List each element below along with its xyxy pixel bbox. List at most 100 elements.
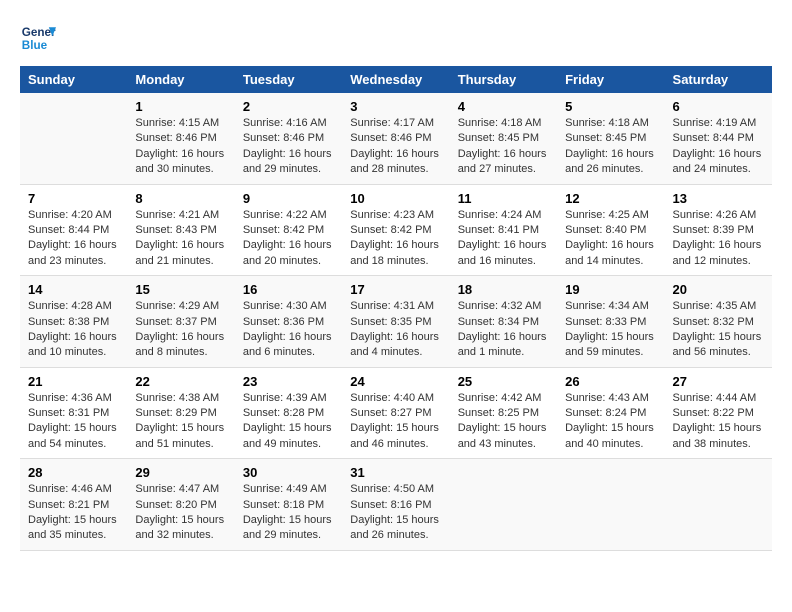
day-number: 6	[673, 99, 764, 114]
day-number: 10	[350, 191, 441, 206]
logo: General Blue	[20, 20, 56, 56]
day-info: Sunrise: 4:50 AM Sunset: 8:16 PM Dayligh…	[350, 482, 441, 544]
header-day-sunday: Sunday	[20, 66, 127, 93]
header-day-wednesday: Wednesday	[342, 66, 449, 93]
calendar-cell: 12Sunrise: 4:25 AM Sunset: 8:40 PM Dayli…	[557, 184, 664, 276]
calendar-cell	[450, 459, 557, 551]
calendar-cell	[665, 459, 772, 551]
day-info: Sunrise: 4:42 AM Sunset: 8:25 PM Dayligh…	[458, 391, 549, 453]
day-number: 22	[135, 374, 226, 389]
calendar-cell: 15Sunrise: 4:29 AM Sunset: 8:37 PM Dayli…	[127, 276, 234, 368]
calendar-cell	[20, 93, 127, 184]
calendar-cell: 4Sunrise: 4:18 AM Sunset: 8:45 PM Daylig…	[450, 93, 557, 184]
day-info: Sunrise: 4:22 AM Sunset: 8:42 PM Dayligh…	[243, 208, 334, 270]
day-info: Sunrise: 4:23 AM Sunset: 8:42 PM Dayligh…	[350, 208, 441, 270]
week-row-4: 21 Sunrise: 4:36 AM Sunset: 8:31 PM Dayli…	[20, 367, 772, 459]
calendar-cell: 22Sunrise: 4:38 AM Sunset: 8:29 PM Dayli…	[127, 367, 234, 459]
header-day-friday: Friday	[557, 66, 664, 93]
calendar-cell: 26Sunrise: 4:43 AM Sunset: 8:24 PM Dayli…	[557, 367, 664, 459]
day-info: Sunrise: 4:39 AM Sunset: 8:28 PM Dayligh…	[243, 391, 334, 453]
day-number: 3	[350, 99, 441, 114]
day-number: 18	[458, 282, 549, 297]
day-number: 31	[350, 465, 441, 480]
day-number: 27	[673, 374, 764, 389]
day-number: 14	[28, 282, 119, 297]
calendar-cell: 2 Sunrise: 4:16 AM Sunset: 8:46 PM Daylig…	[235, 93, 342, 184]
day-number: 28	[28, 465, 119, 480]
calendar-cell: 27Sunrise: 4:44 AM Sunset: 8:22 PM Dayli…	[665, 367, 772, 459]
calendar-cell: 19Sunrise: 4:34 AM Sunset: 8:33 PM Dayli…	[557, 276, 664, 368]
day-info: Sunrise: 4:21 AM Sunset: 8:43 PM Dayligh…	[135, 208, 226, 270]
day-number: 5	[565, 99, 656, 114]
calendar-cell: 14 Sunrise: 4:28 AM Sunset: 8:38 PM Dayli…	[20, 276, 127, 368]
day-info: Sunrise: 4:18 AM Sunset: 8:45 PM Dayligh…	[565, 116, 656, 178]
svg-text:Blue: Blue	[22, 39, 48, 52]
week-row-3: 14 Sunrise: 4:28 AM Sunset: 8:38 PM Dayli…	[20, 276, 772, 368]
day-info: Sunrise: 4:28 AM Sunset: 8:38 PM Dayligh…	[28, 299, 119, 361]
day-info: Sunrise: 4:35 AM Sunset: 8:32 PM Dayligh…	[673, 299, 764, 361]
calendar-cell: 18 Sunrise: 4:32 AM Sunset: 8:34 PM Dayli…	[450, 276, 557, 368]
header-day-thursday: Thursday	[450, 66, 557, 93]
day-info: Sunrise: 4:49 AM Sunset: 8:18 PM Dayligh…	[243, 482, 334, 544]
day-info: Sunrise: 4:46 AM Sunset: 8:21 PM Dayligh…	[28, 482, 119, 544]
calendar-cell: 11 Sunrise: 4:24 AM Sunset: 8:41 PM Dayli…	[450, 184, 557, 276]
day-number: 21	[28, 374, 119, 389]
calendar-cell: 7 Sunrise: 4:20 AM Sunset: 8:44 PM Daylig…	[20, 184, 127, 276]
calendar-table: SundayMondayTuesdayWednesdayThursdayFrid…	[20, 66, 772, 551]
day-info: Sunrise: 4:20 AM Sunset: 8:44 PM Dayligh…	[28, 208, 119, 270]
calendar-cell: 28 Sunrise: 4:46 AM Sunset: 8:21 PM Dayli…	[20, 459, 127, 551]
calendar-cell: 30 Sunrise: 4:49 AM Sunset: 8:18 PM Dayli…	[235, 459, 342, 551]
week-row-2: 7 Sunrise: 4:20 AM Sunset: 8:44 PM Daylig…	[20, 184, 772, 276]
day-info: Sunrise: 4:19 AM Sunset: 8:44 PM Dayligh…	[673, 116, 764, 178]
day-number: 24	[350, 374, 441, 389]
header-row: SundayMondayTuesdayWednesdayThursdayFrid…	[20, 66, 772, 93]
page-header: General Blue	[20, 20, 772, 56]
day-info: Sunrise: 4:16 AM Sunset: 8:46 PM Dayligh…	[243, 116, 334, 178]
day-info: Sunrise: 4:36 AM Sunset: 8:31 PM Dayligh…	[28, 391, 119, 453]
day-info: Sunrise: 4:34 AM Sunset: 8:33 PM Dayligh…	[565, 299, 656, 361]
day-number: 8	[135, 191, 226, 206]
day-number: 9	[243, 191, 334, 206]
calendar-cell: 23Sunrise: 4:39 AM Sunset: 8:28 PM Dayli…	[235, 367, 342, 459]
calendar-cell: 1Sunrise: 4:15 AM Sunset: 8:46 PM Daylig…	[127, 93, 234, 184]
day-info: Sunrise: 4:25 AM Sunset: 8:40 PM Dayligh…	[565, 208, 656, 270]
calendar-cell: 31 Sunrise: 4:50 AM Sunset: 8:16 PM Dayli…	[342, 459, 449, 551]
day-number: 2	[243, 99, 334, 114]
calendar-cell: 6 Sunrise: 4:19 AM Sunset: 8:44 PM Daylig…	[665, 93, 772, 184]
header-day-saturday: Saturday	[665, 66, 772, 93]
day-number: 4	[458, 99, 549, 114]
week-row-1: 1Sunrise: 4:15 AM Sunset: 8:46 PM Daylig…	[20, 93, 772, 184]
day-info: Sunrise: 4:17 AM Sunset: 8:46 PM Dayligh…	[350, 116, 441, 178]
day-info: Sunrise: 4:15 AM Sunset: 8:46 PM Dayligh…	[135, 116, 226, 178]
calendar-cell: 24 Sunrise: 4:40 AM Sunset: 8:27 PM Dayli…	[342, 367, 449, 459]
day-info: Sunrise: 4:47 AM Sunset: 8:20 PM Dayligh…	[135, 482, 226, 544]
day-number: 25	[458, 374, 549, 389]
day-number: 30	[243, 465, 334, 480]
day-number: 20	[673, 282, 764, 297]
day-info: Sunrise: 4:29 AM Sunset: 8:37 PM Dayligh…	[135, 299, 226, 361]
calendar-cell: 17Sunrise: 4:31 AM Sunset: 8:35 PM Dayli…	[342, 276, 449, 368]
day-number: 26	[565, 374, 656, 389]
day-info: Sunrise: 4:40 AM Sunset: 8:27 PM Dayligh…	[350, 391, 441, 453]
day-info: Sunrise: 4:24 AM Sunset: 8:41 PM Dayligh…	[458, 208, 549, 270]
day-number: 16	[243, 282, 334, 297]
week-row-5: 28 Sunrise: 4:46 AM Sunset: 8:21 PM Dayli…	[20, 459, 772, 551]
calendar-cell: 29 Sunrise: 4:47 AM Sunset: 8:20 PM Dayli…	[127, 459, 234, 551]
day-number: 29	[135, 465, 226, 480]
calendar-cell: 5 Sunrise: 4:18 AM Sunset: 8:45 PM Daylig…	[557, 93, 664, 184]
day-info: Sunrise: 4:32 AM Sunset: 8:34 PM Dayligh…	[458, 299, 549, 361]
calendar-cell: 20 Sunrise: 4:35 AM Sunset: 8:32 PM Dayli…	[665, 276, 772, 368]
day-info: Sunrise: 4:30 AM Sunset: 8:36 PM Dayligh…	[243, 299, 334, 361]
header-day-tuesday: Tuesday	[235, 66, 342, 93]
calendar-cell: 3 Sunrise: 4:17 AM Sunset: 8:46 PM Daylig…	[342, 93, 449, 184]
calendar-cell	[557, 459, 664, 551]
calendar-cell: 16 Sunrise: 4:30 AM Sunset: 8:36 PM Dayli…	[235, 276, 342, 368]
day-number: 11	[458, 191, 549, 206]
day-number: 13	[673, 191, 764, 206]
day-number: 7	[28, 191, 119, 206]
calendar-cell: 25 Sunrise: 4:42 AM Sunset: 8:25 PM Dayli…	[450, 367, 557, 459]
day-info: Sunrise: 4:26 AM Sunset: 8:39 PM Dayligh…	[673, 208, 764, 270]
calendar-cell: 8 Sunrise: 4:21 AM Sunset: 8:43 PM Daylig…	[127, 184, 234, 276]
calendar-cell: 10 Sunrise: 4:23 AM Sunset: 8:42 PM Dayli…	[342, 184, 449, 276]
day-number: 17	[350, 282, 441, 297]
